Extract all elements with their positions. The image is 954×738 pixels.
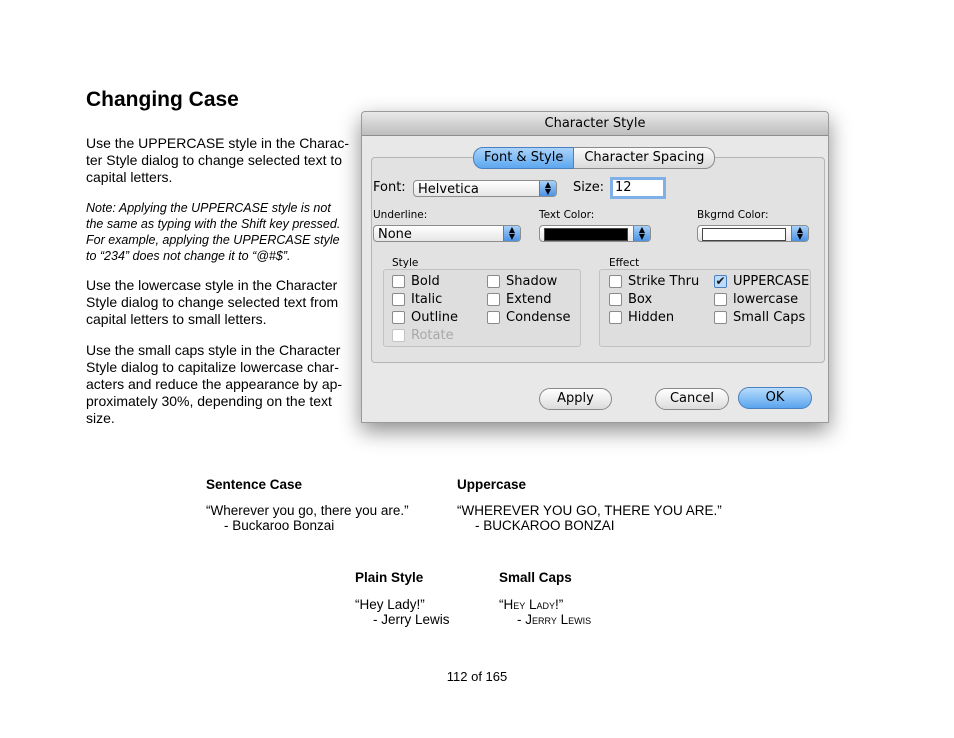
strike-thru-checkbox[interactable]: Strike Thru: [609, 274, 699, 289]
checkbox-box: [392, 293, 405, 306]
dialog-title: Character Style: [362, 112, 828, 136]
paragraph-uppercase: Use the UPPERCASE style in the Charac- t…: [86, 135, 349, 185]
uppercase-checkbox[interactable]: ✔ UPPERCASE: [714, 274, 809, 289]
popup-arrows-icon: ▲ ▼: [791, 226, 808, 241]
checkbox-box: [487, 275, 500, 288]
tab-character-spacing[interactable]: Character Spacing: [574, 147, 716, 169]
cancel-button[interactable]: Cancel: [655, 388, 729, 410]
size-input[interactable]: 12: [610, 177, 666, 199]
font-value: Helvetica: [418, 182, 479, 197]
ok-button[interactable]: OK: [738, 387, 812, 409]
popup-arrows-icon: ▲ ▼: [503, 226, 520, 241]
checkbox-box: [392, 311, 405, 324]
checkbox-box: [609, 311, 622, 324]
bold-checkbox[interactable]: Bold: [392, 274, 440, 289]
effect-group-label: Effect: [609, 257, 640, 269]
underline-popup[interactable]: None ▲ ▼: [373, 225, 521, 242]
text-color-label: Text Color:: [539, 209, 595, 221]
paragraph-small-caps: Use the small caps style in the Characte…: [86, 342, 343, 426]
sentence-case-heading: Sentence Case: [206, 477, 303, 492]
checkbox-box: [609, 293, 622, 306]
bkgrnd-color-popup[interactable]: ▲ ▼: [697, 225, 809, 242]
extend-checkbox[interactable]: Extend: [487, 292, 552, 307]
small-caps-author: - Jerry Lewis: [517, 612, 592, 627]
font-label: Font:: [373, 180, 406, 195]
checkmark-icon: ✔: [714, 274, 727, 288]
uppercase-quote: “WHEREVER YOU GO, THERE YOU ARE.”: [457, 503, 722, 518]
style-group-label: Style: [392, 257, 419, 269]
plain-style-quote: “Hey Lady!”: [355, 597, 425, 612]
checkbox-box: [487, 293, 500, 306]
checkbox-box: [609, 275, 622, 288]
page-title: Changing Case: [86, 88, 239, 111]
popup-arrows-icon: ▲ ▼: [539, 181, 556, 196]
rotate-checkbox: Rotate: [392, 328, 454, 343]
bkgrnd-color-swatch: [702, 228, 786, 241]
size-label: Size:: [573, 180, 605, 195]
checkbox-box: [392, 329, 405, 342]
outline-checkbox[interactable]: Outline: [392, 310, 458, 325]
hidden-checkbox[interactable]: Hidden: [609, 310, 674, 325]
checkbox-box: [487, 311, 500, 324]
sentence-case-author: - Buckaroo Bonzai: [224, 518, 335, 533]
page-number: 112 of 165: [446, 669, 508, 684]
small-caps-quote: “Hey Lady!”: [499, 597, 564, 612]
checkbox-box: [714, 311, 727, 324]
italic-checkbox[interactable]: Italic: [392, 292, 442, 307]
character-style-dialog: Character Style Font & Style Character S…: [361, 111, 829, 423]
checkbox-box: [714, 293, 727, 306]
condense-checkbox[interactable]: Condense: [487, 310, 571, 325]
bkgrnd-color-label: Bkgrnd Color:: [697, 209, 769, 221]
underline-label: Underline:: [373, 209, 428, 221]
text-color-swatch: [544, 228, 628, 241]
tab-font-style[interactable]: Font & Style: [473, 147, 575, 169]
small-caps-heading: Small Caps: [499, 570, 572, 585]
text-color-popup[interactable]: ▲ ▼: [539, 225, 651, 242]
apply-button[interactable]: Apply: [539, 388, 612, 410]
plain-style-author: - Jerry Lewis: [373, 612, 450, 627]
uppercase-heading: Uppercase: [457, 477, 527, 492]
uppercase-author: - BUCKAROO BONZAI: [475, 518, 615, 533]
lowercase-checkbox[interactable]: lowercase: [714, 292, 798, 307]
popup-arrows-icon: ▲ ▼: [633, 226, 650, 241]
small-caps-checkbox[interactable]: Small Caps: [714, 310, 805, 325]
underline-value: None: [378, 227, 412, 242]
tab-bar: Font & Style Character Spacing: [473, 147, 716, 169]
box-checkbox[interactable]: Box: [609, 292, 652, 307]
shadow-checkbox[interactable]: Shadow: [487, 274, 557, 289]
sentence-case-quote: “Wherever you go, there you are.”: [206, 503, 409, 518]
checkbox-box: [392, 275, 405, 288]
paragraph-lowercase: Use the lowercase style in the Character…: [86, 277, 339, 327]
plain-style-heading: Plain Style: [355, 570, 424, 585]
note-paragraph: Note: Applying the UPPERCASE style is no…: [86, 201, 341, 263]
font-popup[interactable]: Helvetica ▲ ▼: [413, 180, 557, 197]
